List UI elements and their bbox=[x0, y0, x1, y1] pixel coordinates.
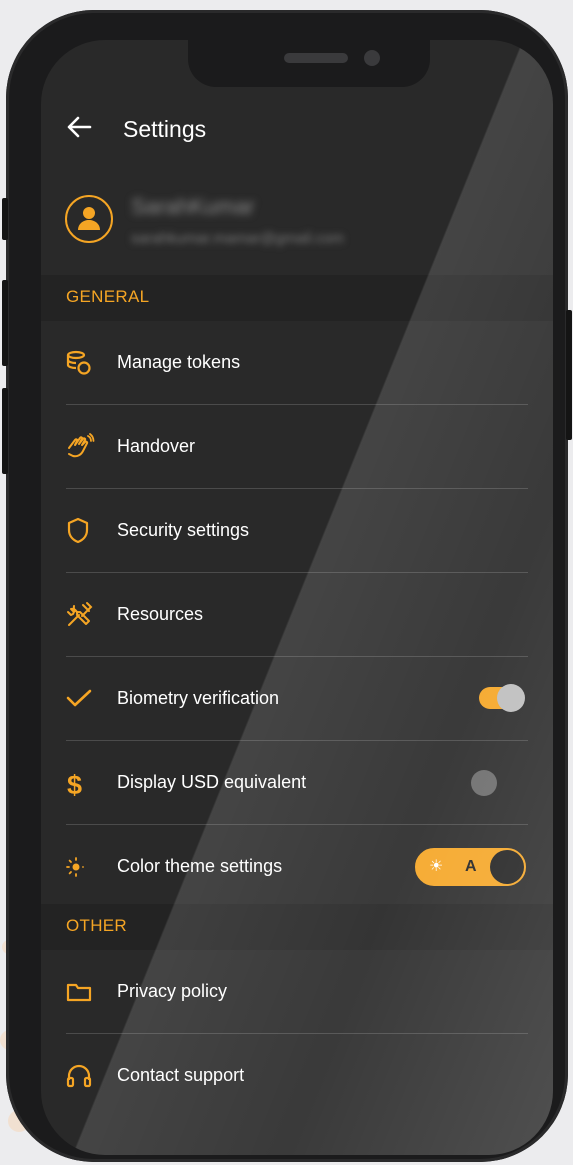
tokens-icon bbox=[65, 349, 93, 377]
arrow-left-icon[interactable] bbox=[66, 114, 96, 144]
theme-auto-option[interactable]: A bbox=[465, 858, 477, 876]
phone-volume-up bbox=[2, 280, 8, 366]
menu-item-label: Contact support bbox=[117, 1065, 245, 1085]
phone-screen: Settings SarahKumar sarahkumar.mamar@gma… bbox=[41, 40, 553, 1155]
dollar-icon: $ bbox=[65, 769, 93, 800]
menu-item-resources[interactable]: Resources bbox=[41, 573, 553, 657]
section-general: GENERAL bbox=[41, 275, 553, 321]
menu-item-label: Privacy policy bbox=[117, 981, 228, 1001]
phone-frame: Settings SarahKumar sarahkumar.mamar@gma… bbox=[2, 10, 572, 1162]
section-other: OTHER bbox=[41, 904, 553, 950]
menu-item-label: Manage tokens bbox=[117, 352, 241, 372]
usd-toggle[interactable] bbox=[471, 770, 515, 796]
menu-item-security-settings[interactable]: Security settings bbox=[41, 489, 553, 573]
menu-item-handover[interactable]: Handover bbox=[41, 405, 553, 489]
shield-icon bbox=[65, 517, 93, 545]
phone-side-button bbox=[2, 198, 8, 240]
section-general-label: GENERAL bbox=[66, 287, 150, 306]
theme-dark-option[interactable] bbox=[490, 850, 524, 884]
profile-card[interactable]: SarahKumar sarahkumar.mamar@gmail.com bbox=[41, 180, 553, 290]
sun-moon-icon bbox=[65, 853, 97, 881]
menu-item-privacy-policy[interactable]: Privacy policy bbox=[41, 950, 553, 1034]
biometry-toggle[interactable] bbox=[479, 684, 525, 712]
menu-item-biometry-verification[interactable]: Biometry verification bbox=[41, 657, 553, 741]
front-camera bbox=[364, 50, 380, 66]
menu-item-color-theme[interactable]: Color theme settings ☀ A bbox=[41, 825, 553, 909]
toggle-knob bbox=[471, 770, 497, 796]
phone-notch bbox=[188, 40, 430, 87]
menu-item-label: Biometry verification bbox=[117, 688, 280, 708]
menu-item-label: Security settings bbox=[117, 520, 250, 540]
toggle-knob bbox=[497, 684, 525, 712]
folder-icon bbox=[65, 978, 93, 1006]
headphones-icon bbox=[65, 1062, 93, 1090]
menu-item-label: Handover bbox=[117, 436, 196, 456]
sun-icon[interactable]: ☀ bbox=[429, 859, 443, 875]
page-title: Settings bbox=[123, 116, 207, 142]
menu-item-label: Display USD equivalent bbox=[117, 772, 307, 792]
menu-item-manage-tokens[interactable]: Manage tokens bbox=[41, 321, 553, 405]
menu-item-contact-support[interactable]: Contact support bbox=[41, 1034, 553, 1118]
avatar bbox=[65, 195, 113, 243]
menu-item-display-usd[interactable]: $ Display USD equivalent bbox=[41, 741, 553, 825]
phone-power-button bbox=[566, 310, 572, 440]
phone-volume-down bbox=[2, 388, 8, 474]
profile-name: SarahKumar bbox=[131, 194, 255, 219]
section-other-label: OTHER bbox=[66, 916, 127, 935]
menu-item-label: Color theme settings bbox=[117, 856, 283, 876]
top-bar: Settings bbox=[41, 90, 553, 170]
user-icon bbox=[78, 207, 100, 230]
checkmark-icon bbox=[65, 685, 93, 713]
svg-text:$: $ bbox=[67, 770, 82, 799]
profile-email: sarahkumar.mamar@gmail.com bbox=[131, 230, 344, 247]
tools-icon bbox=[65, 601, 93, 629]
hand-icon bbox=[65, 433, 95, 461]
menu-item-label: Resources bbox=[117, 604, 204, 624]
speaker-grille bbox=[284, 53, 348, 63]
theme-switch[interactable]: ☀ A bbox=[415, 848, 526, 886]
